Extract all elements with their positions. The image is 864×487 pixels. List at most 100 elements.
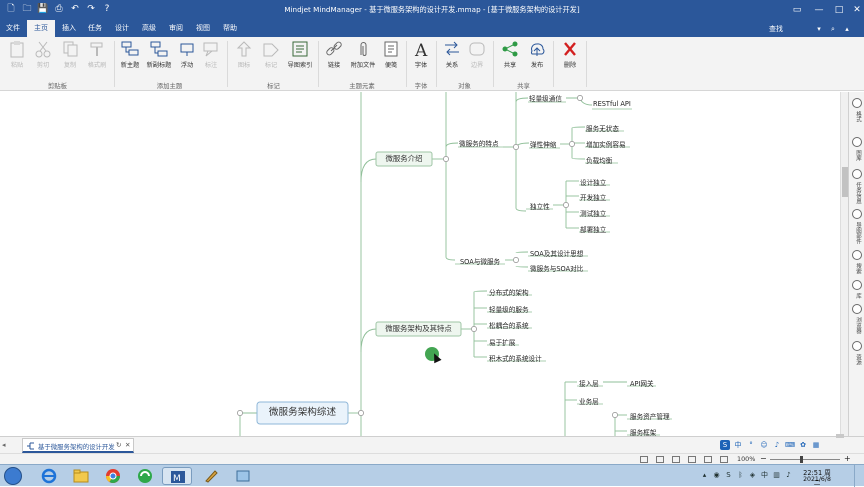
sogou-ime-icon[interactable]: S: [720, 440, 730, 450]
root-topic[interactable]: 微服务架构综述: [257, 402, 348, 424]
fit-icon[interactable]: [704, 456, 712, 463]
tab-task[interactable]: 任务: [84, 20, 106, 37]
zoom-out-icon[interactable]: −: [760, 454, 767, 463]
link-button[interactable]: 链接: [322, 40, 346, 76]
ime-keyboard-icon[interactable]: ⌨: [785, 440, 795, 450]
task-icon[interactable]: [852, 169, 862, 179]
paste-button[interactable]: 粘贴: [5, 40, 29, 76]
subtopic-api-gateway[interactable]: API网关: [630, 378, 654, 388]
zoom-in-icon[interactable]: +: [844, 454, 851, 463]
share-button[interactable]: 共享: [498, 40, 522, 76]
taskbar-app-paint[interactable]: [196, 467, 226, 485]
notes-button[interactable]: 便笺: [380, 40, 402, 76]
publish-button[interactable]: 发布: [525, 40, 549, 76]
ime-tools-icon[interactable]: ▦: [811, 440, 821, 450]
subtopic-dev-indep[interactable]: 开发独立: [580, 192, 606, 202]
print-icon[interactable]: ⎙: [52, 2, 66, 16]
subtopic-load-balance[interactable]: 负载均衡: [586, 155, 612, 165]
taskbar-app-other[interactable]: [228, 467, 258, 485]
tab-review[interactable]: 审阅: [165, 20, 187, 37]
subtopic-service-layer[interactable]: 业务层: [579, 396, 599, 406]
gantt-icon[interactable]: [688, 456, 696, 463]
tab-close-icon[interactable]: ✕: [125, 441, 130, 449]
resource-icon[interactable]: [852, 341, 862, 351]
taskbar-app-chrome[interactable]: [98, 467, 128, 485]
filter-icon[interactable]: [640, 456, 648, 463]
taskbar-app-sogou[interactable]: [130, 467, 160, 485]
vertical-scrollbar[interactable]: [840, 92, 848, 436]
ime-voice-icon[interactable]: ♪: [772, 440, 782, 450]
floating-topic-button[interactable]: 浮动: [176, 40, 198, 76]
panel-library[interactable]: 图库: [853, 150, 861, 166]
ime-punct-icon[interactable]: °: [746, 440, 756, 450]
scroll-left-icon[interactable]: ◂: [2, 441, 6, 449]
subtopic-features[interactable]: 微服务的特点: [459, 138, 499, 148]
subtopic-design-indep[interactable]: 设计独立: [580, 177, 606, 187]
tray-status-icon[interactable]: [720, 456, 728, 463]
boundary-button[interactable]: 边界: [466, 40, 488, 76]
close-button[interactable]: ✕: [846, 0, 864, 20]
subtopic-soa-compare[interactable]: 微服务与SOA对比: [530, 263, 583, 273]
tab-design[interactable]: 设计: [111, 20, 133, 37]
search-label[interactable]: 查找: [769, 24, 783, 34]
panel-browser[interactable]: 浏览器: [853, 317, 861, 337]
open-folder-icon[interactable]: 🗀: [20, 2, 34, 16]
font-button[interactable]: A 字体: [410, 40, 432, 76]
search-icon[interactable]: ⌕: [828, 24, 838, 34]
tag-button[interactable]: 标记: [259, 40, 283, 76]
search-panel-icon[interactable]: [852, 250, 862, 260]
ribbon-options-icon[interactable]: ▭: [786, 0, 808, 20]
document-tab[interactable]: 基于微服务架构的设计开发 ↻ ✕: [22, 438, 134, 453]
redo-icon[interactable]: ↷: [84, 2, 98, 16]
callout-button[interactable]: 标注: [200, 40, 222, 76]
panel-resource[interactable]: 资源: [853, 354, 861, 368]
subtopic-elastic[interactable]: 弹性伸缩: [530, 139, 556, 149]
tray-bluetooth-icon[interactable]: ᛒ: [736, 471, 745, 480]
subtopic-deploy-indep[interactable]: 部署独立: [580, 224, 606, 234]
topic-arch[interactable]: 微服务架构及其特点: [376, 322, 461, 336]
icon-marker-button[interactable]: 图标: [232, 40, 256, 76]
subtopic-asset-mgmt[interactable]: 服务资产管理: [630, 411, 670, 421]
view-icon[interactable]: [656, 456, 664, 463]
subtopic-soa[interactable]: SOA与微服务: [460, 256, 500, 266]
subtopic-scalable[interactable]: 易于扩展: [489, 337, 515, 347]
subtopic-lightweight-service[interactable]: 轻量级的服务: [489, 304, 529, 314]
show-desktop-button[interactable]: [854, 465, 864, 487]
topic-intro[interactable]: 微服务介绍: [376, 152, 432, 166]
attach-file-button[interactable]: 附加文件: [348, 40, 378, 76]
zoom-slider[interactable]: [770, 459, 840, 460]
ime-skin-icon[interactable]: ✿: [798, 440, 808, 450]
copy-button[interactable]: 复制: [58, 40, 82, 76]
taskbar-app-explorer[interactable]: [66, 467, 96, 485]
collapse-ribbon-icon[interactable]: ▴: [842, 24, 852, 34]
start-button[interactable]: [4, 467, 22, 485]
mindmap-canvas[interactable]: 微服务架构综述 微服务介绍 微服务架构及其特点 微服务的特点 轻量级通信 RES…: [0, 92, 848, 436]
panel-search[interactable]: 搜索: [853, 263, 861, 277]
tray-sogou-icon[interactable]: S: [724, 471, 733, 480]
cut-button[interactable]: 剪切: [31, 40, 55, 76]
help-icon[interactable]: ?: [100, 2, 114, 16]
subtopic-lightweight-comm[interactable]: 轻量级通信: [529, 93, 562, 103]
taskbar-app-mindmanager[interactable]: M: [162, 467, 192, 485]
subtopic-add-instance[interactable]: 增加实例容易: [586, 139, 626, 149]
new-doc-icon[interactable]: 🗋: [4, 2, 18, 16]
subtopic-distributed[interactable]: 分布式的架构: [489, 287, 529, 297]
subtopic-service-framework[interactable]: 服务框架: [630, 427, 656, 436]
browser-icon[interactable]: [852, 304, 862, 314]
map-parts-icon[interactable]: [852, 209, 862, 219]
library-icon2[interactable]: [852, 280, 862, 290]
zoom-slider-knob[interactable]: [800, 456, 803, 463]
delete-button[interactable]: 删除: [558, 40, 582, 76]
subtopic-independence[interactable]: 独立性: [530, 201, 550, 211]
ime-chinese-icon[interactable]: 中: [733, 440, 743, 450]
clock-date[interactable]: 2021/6/8: [800, 476, 834, 483]
tray-security-icon[interactable]: ◈: [748, 471, 757, 480]
subtopic-restful-api[interactable]: RESTful API: [593, 100, 631, 108]
subtopic-soa-idea[interactable]: SOA及其设计思想: [530, 248, 583, 258]
dropdown-icon[interactable]: ▾: [814, 24, 824, 34]
format-painter-button[interactable]: 格式刷: [84, 40, 110, 76]
tray-volume-icon[interactable]: ♪: [784, 471, 793, 480]
subtopic-loose-coupling[interactable]: 松耦合的系统: [489, 320, 529, 330]
panel-lib[interactable]: 库: [853, 293, 861, 301]
format-icon[interactable]: [852, 98, 862, 108]
